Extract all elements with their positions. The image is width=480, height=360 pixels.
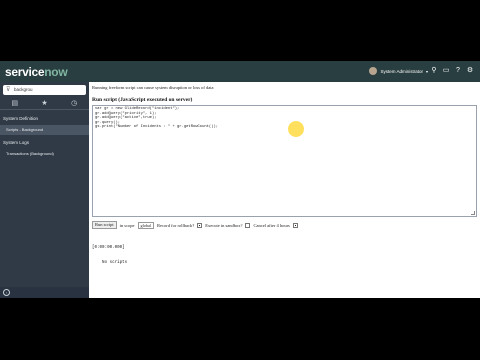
run-script-button[interactable]: Run script	[92, 221, 117, 229]
collapse-navigator-icon[interactable]: ‹	[3, 289, 10, 296]
output-line: [0:00:00.000]	[92, 246, 125, 250]
cancel-after-label: Cancel after 4 hours	[253, 222, 290, 228]
nav-item-transactions-background[interactable]: Transactions (Background)	[0, 149, 89, 159]
user-menu[interactable]: System Administrator ▾	[369, 67, 428, 75]
header-actions: ⚲ ▭ ? ⚙	[430, 67, 474, 75]
code-line: gs.print("Number of Incidents : " + gr.g…	[95, 125, 219, 130]
navigator-tabs: ▤ ★ ◷	[0, 98, 89, 110]
tab-history-icon[interactable]: ◷	[59, 98, 89, 109]
logo-now-text: now	[44, 65, 68, 79]
resize-handle[interactable]	[471, 211, 475, 215]
output-line: No scripts	[92, 261, 128, 265]
filter-icon: ⊽	[6, 87, 11, 93]
rollback-checkbox[interactable]	[197, 222, 203, 228]
cancel-after-checkbox[interactable]	[292, 222, 298, 228]
user-name: System Administrator	[380, 68, 423, 74]
app-window: servicenow System Administrator ▾ ⚲ ▭ ? …	[0, 61, 480, 298]
script-output: [0:00:00.000] No scripts	[92, 236, 127, 276]
sandbox-label: Execute in sandbox?	[205, 222, 243, 228]
nav-section-system-definition[interactable]: System Definition	[3, 116, 38, 121]
nav-item-scripts-background[interactable]: Scripts - Background	[0, 125, 89, 135]
chevron-down-icon: ▾	[425, 68, 428, 74]
logo-service-text: service	[5, 65, 45, 79]
nav-section-system-logs[interactable]: System Logs	[3, 140, 29, 145]
sandbox-checkbox[interactable]	[245, 222, 251, 228]
search-icon[interactable]: ⚲	[430, 67, 438, 75]
run-controls: Run script in scope global Record for ro…	[92, 221, 298, 229]
gear-icon[interactable]: ⚙	[466, 67, 474, 75]
script-editor[interactable]: var gr = new GlideRecord("incident"); gr…	[92, 105, 477, 217]
scope-select[interactable]: global	[137, 221, 154, 229]
tab-favorites-icon[interactable]: ★	[30, 98, 60, 109]
cursor-highlight	[288, 121, 304, 137]
navigator-footer: ‹	[0, 287, 89, 298]
in-scope-label: in scope	[119, 222, 135, 228]
filter-value: backgrou	[14, 87, 33, 92]
chat-icon[interactable]: ▭	[442, 67, 450, 75]
application-navigator: ⊽ backgrou ▤ ★ ◷ System Definition Scrip…	[0, 82, 89, 298]
navigator-filter-input[interactable]: ⊽ backgrou	[3, 85, 86, 95]
tab-all-apps-icon[interactable]: ▤	[0, 98, 30, 109]
warning-text: Running freeform script can cause system…	[92, 85, 214, 90]
content-frame: Running freeform script can cause system…	[89, 82, 480, 298]
page-title: Run script (JavaScript executed on serve…	[92, 97, 193, 103]
servicenow-logo[interactable]: servicenow	[5, 65, 68, 79]
rollback-label: Record for rollback?	[156, 222, 195, 228]
top-navigation-bar: servicenow System Administrator ▾ ⚲ ▭ ? …	[0, 61, 480, 82]
avatar	[369, 67, 378, 75]
help-icon[interactable]: ?	[454, 67, 462, 75]
